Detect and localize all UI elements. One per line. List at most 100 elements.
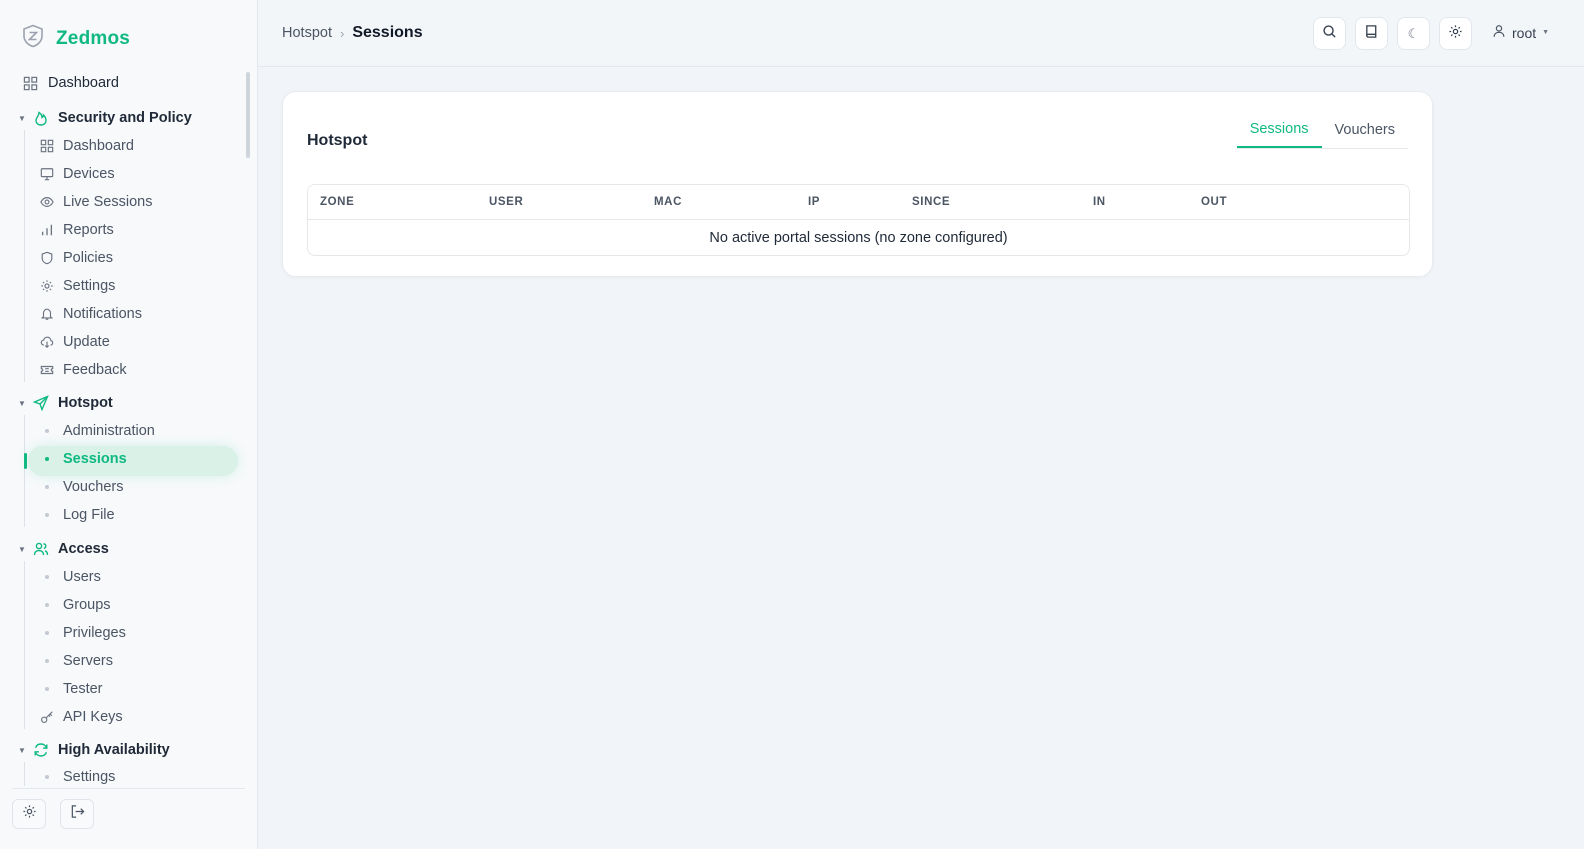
sidebar-group-access[interactable]: ▼ Access: [18, 537, 109, 561]
sidebar-item-label: Dashboard: [48, 75, 119, 91]
column-header-mac[interactable]: MAC: [654, 196, 682, 208]
gear-icon: [1448, 24, 1463, 44]
sidebar-item-label: Groups: [63, 597, 111, 613]
chevron-down-icon: ▼: [18, 544, 26, 554]
send-icon: [32, 394, 50, 412]
sidebar-item-label: Feedback: [63, 362, 127, 378]
bullet: [39, 603, 55, 607]
hotspot-card: Hotspot Sessions Vouchers ZONE USER MAC …: [282, 91, 1433, 277]
moon-icon: ☾: [1407, 25, 1420, 41]
bar-chart-icon: [39, 222, 55, 238]
tab-sessions[interactable]: Sessions: [1236, 112, 1322, 148]
breadcrumb-parent[interactable]: Hotspot: [282, 25, 332, 41]
tab-vouchers[interactable]: Vouchers: [1322, 112, 1408, 148]
user-menu[interactable]: root ▼: [1492, 24, 1549, 41]
sidebar-group-hotspot[interactable]: ▼ Hotspot: [18, 391, 113, 415]
settings-button[interactable]: [1439, 17, 1472, 50]
tab-bar: Sessions Vouchers: [1236, 112, 1408, 149]
user-icon: [1492, 24, 1512, 41]
grid-icon: [22, 75, 38, 91]
chevron-down-icon: ▼: [18, 745, 26, 755]
sidebar-group-label: Security and Policy: [58, 110, 192, 126]
book-icon: [1364, 24, 1379, 44]
bullet: [39, 687, 55, 691]
sidebar-item-label: Live Sessions: [63, 194, 153, 210]
column-header-since[interactable]: SINCE: [912, 196, 950, 208]
sidebar-item-api-keys[interactable]: API Keys: [39, 705, 123, 729]
ticket-icon: [39, 362, 55, 378]
sidebar-item-label: Reports: [63, 222, 114, 238]
sidebar-item-label: Servers: [63, 653, 113, 669]
sidebar-item-devices[interactable]: Devices: [39, 162, 115, 186]
sidebar-item-label: Administration: [63, 423, 155, 439]
sidebar-item-settings[interactable]: Settings: [39, 274, 115, 298]
sidebar-item-servers[interactable]: Servers: [39, 649, 113, 673]
sidebar-group-high-availability[interactable]: ▼ High Availability: [18, 738, 170, 762]
cloud-download-icon: [39, 334, 55, 350]
flame-icon: [32, 109, 50, 127]
sidebar-item-reports[interactable]: Reports: [39, 218, 114, 242]
shield-logo-icon: [22, 24, 44, 53]
gear-icon: [22, 804, 37, 824]
active-indicator: [24, 453, 27, 469]
bullet: [39, 659, 55, 663]
docs-button[interactable]: [1355, 17, 1388, 50]
bullet: [39, 429, 55, 433]
column-header-ip[interactable]: IP: [808, 196, 820, 208]
bullet: [39, 513, 55, 517]
sidebar-item-label: Update: [63, 334, 110, 350]
brand-name: Zedmos: [56, 27, 131, 49]
sidebar-item-log-file[interactable]: Log File: [39, 503, 115, 527]
sidebar-item-label: Dashboard: [63, 138, 134, 154]
column-header-in[interactable]: IN: [1093, 196, 1106, 208]
logout-button[interactable]: [60, 799, 94, 829]
logout-icon: [70, 804, 85, 824]
sidebar-item-live-sessions[interactable]: Live Sessions: [39, 190, 152, 214]
gear-icon: [39, 278, 55, 294]
bullet: [39, 631, 55, 635]
sidebar-item-label: Policies: [63, 250, 113, 266]
sidebar-item-tester[interactable]: Tester: [39, 677, 103, 701]
sidebar-item-vouchers[interactable]: Vouchers: [39, 475, 123, 499]
sidebar-item-sessions[interactable]: Sessions: [39, 447, 127, 471]
sidebar-item-feedback[interactable]: Feedback: [39, 358, 127, 382]
sidebar-scrollbar[interactable]: [246, 72, 250, 158]
sidebar-footer: [12, 788, 245, 829]
column-header-zone[interactable]: ZONE: [320, 196, 354, 208]
sidebar-group-label: Access: [58, 541, 109, 557]
key-icon: [39, 709, 55, 725]
theme-toggle-button[interactable]: ☾: [1397, 17, 1430, 50]
tree-guide-line: [24, 561, 25, 729]
brand[interactable]: Zedmos: [22, 24, 130, 53]
page-title: Sessions: [352, 24, 423, 41]
sidebar-item-dashboard[interactable]: Dashboard: [22, 71, 119, 95]
bullet: [39, 775, 55, 779]
sidebar-item-groups[interactable]: Groups: [39, 593, 111, 617]
sessions-table: ZONE USER MAC IP SINCE IN OUT No active …: [307, 184, 1410, 256]
caret-down-icon: ▼: [1542, 29, 1550, 36]
sidebar-group-security-and-policy[interactable]: ▼ Security and Policy: [18, 106, 192, 130]
user-name: root: [1512, 24, 1537, 41]
sidebar: Zedmos Dashboard ▼ Security and Policy D…: [0, 0, 258, 849]
sidebar-item-privileges[interactable]: Privileges: [39, 621, 126, 645]
sidebar-item-label: Devices: [63, 166, 115, 182]
shield-icon: [39, 250, 55, 266]
bullet: [39, 457, 55, 461]
chevron-right-icon: ›: [339, 25, 345, 41]
sidebar-item-policies[interactable]: Policies: [39, 246, 113, 270]
column-header-user[interactable]: USER: [489, 196, 523, 208]
column-header-out[interactable]: OUT: [1201, 196, 1227, 208]
sidebar-item-update[interactable]: Update: [39, 330, 110, 354]
tree-guide-line: [24, 415, 25, 527]
sidebar-item-label: Notifications: [63, 306, 142, 322]
sidebar-item-dashboard[interactable]: Dashboard: [39, 134, 134, 158]
settings-button[interactable]: [12, 799, 46, 829]
sidebar-item-administration[interactable]: Administration: [39, 419, 155, 443]
search-button[interactable]: [1313, 17, 1346, 50]
sidebar-nav: Dashboard ▼ Security and Policy Dashboar…: [0, 68, 246, 786]
sidebar-item-notifications[interactable]: Notifications: [39, 302, 142, 326]
sidebar-item-users[interactable]: Users: [39, 565, 101, 589]
tree-guide-line: [24, 130, 25, 382]
top-bar: Hotspot › Sessions ☾ root ▼: [258, 0, 1584, 67]
sidebar-item-ha-settings[interactable]: Settings: [39, 765, 115, 786]
